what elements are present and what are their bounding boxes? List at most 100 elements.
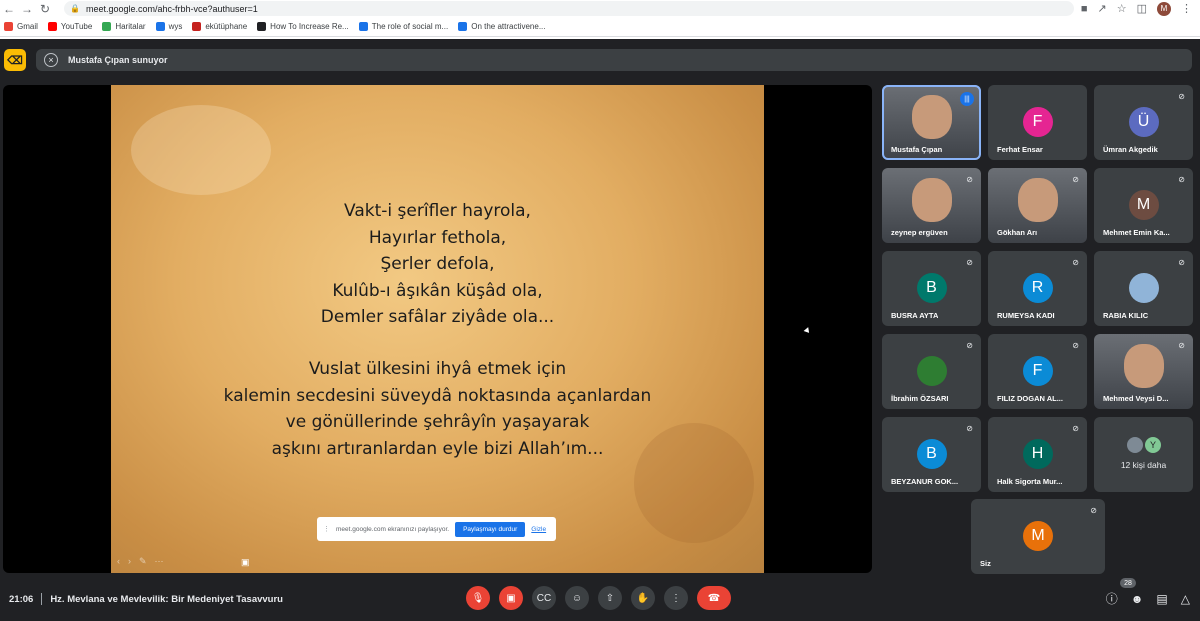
mic-off-icon[interactable]: 🎙	[466, 586, 490, 610]
pen-icon[interactable]: ✎	[139, 556, 147, 567]
end-call-icon[interactable]: ☎	[697, 586, 731, 610]
participant-tile[interactable]: ⊘ RABIA KILIC	[1094, 251, 1193, 326]
sidepanel-icon[interactable]: ◫	[1137, 2, 1147, 15]
bookmark-favicon-icon	[358, 22, 368, 31]
menu-icon[interactable]: ⋮	[1181, 2, 1192, 15]
present-icon[interactable]: ⇧	[598, 586, 622, 610]
reload-icon[interactable]: ↻	[36, 0, 54, 17]
participant-name: BUSRA AYTA	[891, 311, 939, 320]
more-icon[interactable]: ⋯	[155, 556, 164, 567]
participant-tile[interactable]: ⊘ İbrahim ÖZSARI	[882, 334, 981, 409]
hide-link[interactable]: Gizle	[531, 526, 546, 533]
camera-indicator-icon[interactable]: ■	[1081, 3, 1088, 15]
participant-tile[interactable]: M ⊘ Siz	[971, 499, 1105, 574]
poem-line: kalemin secdesini süveydâ noktasında aça…	[223, 385, 652, 406]
mic-muted-icon: ⊘	[966, 341, 973, 350]
bookmark-item[interactable]: Gmail	[4, 22, 38, 31]
bookmark-item[interactable]: YouTube	[47, 22, 93, 31]
avatar: B	[916, 273, 947, 303]
mic-muted-icon: ⊘	[1072, 341, 1079, 350]
bookmark-item[interactable]: On the attractivene...	[458, 22, 545, 31]
poem-stanza-2: Vuslat ülkesini ihyâ etmek için kalemin s…	[111, 356, 764, 462]
camera-off-icon[interactable]: ▣	[499, 586, 523, 610]
bookmark-favicon-icon	[4, 22, 13, 31]
avatar: R	[1022, 273, 1053, 303]
bookmark-favicon-icon	[257, 22, 267, 31]
participant-tile[interactable]: H ⊘ Halk Sigorta Mur...	[988, 417, 1087, 492]
bookmark-item[interactable]: wys	[155, 22, 182, 31]
info-icon[interactable]: ⓘ	[1106, 590, 1118, 607]
avatar: M	[1023, 521, 1053, 551]
participant-tile[interactable]: M ⊘ Mehmet Emin Ka...	[1094, 168, 1193, 243]
side-controls: ⓘ ☻ ▤ △	[1106, 590, 1190, 607]
avatar: M	[1128, 190, 1159, 220]
star-icon[interactable]: ☆	[1117, 2, 1127, 15]
bookmarks-bar: Gmail YouTube Haritalar wys ekütüphane How To…	[0, 17, 1200, 37]
participant-count-badge: 28	[1120, 578, 1136, 588]
participant-tile[interactable]: ⊘ zeynep ergüven	[882, 168, 981, 243]
bookmark-item[interactable]: The role of social m...	[358, 22, 448, 31]
stop-sharing-button[interactable]: Paylaşmayı durdur	[455, 521, 526, 537]
participant-tile[interactable]: R ⊘ RUMEYSA KADI	[988, 251, 1087, 326]
profile-avatar[interactable]: M	[1157, 1, 1171, 16]
mic-muted-icon: ⊘	[966, 258, 973, 267]
participant-name: İbrahim ÖZSARI	[891, 394, 949, 403]
speaking-indicator-icon: |||	[960, 92, 974, 106]
bookmark-item[interactable]: ekütüphane	[192, 22, 247, 31]
share-icon[interactable]: ↗	[1098, 2, 1107, 15]
mic-muted-icon: ⊘	[1178, 175, 1185, 184]
forward-icon[interactable]: →	[18, 0, 36, 17]
presenting-pill: × Mustafa Çıpan sunuyor	[36, 49, 1192, 71]
bookmark-label: ekütüphane	[205, 22, 248, 31]
bookmark-item[interactable]: Haritalar	[102, 22, 146, 31]
more-vert-icon[interactable]: ⋮	[664, 586, 688, 610]
bookmark-favicon-icon	[47, 22, 57, 31]
address-bar[interactable]: 🔒 meet.google.com/ahc-frbh-vce?authuser=…	[64, 1, 1074, 16]
mic-muted-icon: ⊘	[1072, 258, 1079, 267]
camera-icon[interactable]: ▣	[241, 557, 255, 569]
participant-tile[interactable]: B ⊘ BEYZANUR GOK...	[882, 417, 981, 492]
participant-name: Gökhan Arı	[997, 228, 1038, 237]
next-slide-icon[interactable]: ›	[128, 556, 131, 567]
more-participants-tile[interactable]: Y 12 kişi daha	[1094, 417, 1193, 492]
mic-muted-icon: ⊘	[1178, 341, 1185, 350]
prev-slide-icon[interactable]: ‹	[117, 556, 120, 567]
participant-tile[interactable]: F Ferhat Ensar	[988, 85, 1087, 160]
close-icon[interactable]: ×	[44, 53, 58, 67]
participant-name: Mehmet Emin Ka...	[1103, 228, 1170, 237]
bookmark-label: YouTube	[60, 22, 93, 31]
stacked-avatars: Y	[1127, 437, 1161, 453]
back-icon[interactable]: ←	[0, 0, 18, 17]
people-icon[interactable]: ☻	[1131, 592, 1144, 606]
present-off-icon[interactable]: ⌫	[4, 49, 26, 71]
drag-handle-icon[interactable]: ⋮	[323, 525, 330, 533]
avatar: Y	[1145, 437, 1161, 453]
poem-line: ve gönüllerinde şehrâyîn yaşayarak	[285, 412, 590, 432]
mic-muted-icon: ⊘	[966, 424, 973, 433]
video-feed	[912, 178, 952, 222]
participant-tile[interactable]: Ü ⊘ Ümran Akgedik	[1094, 85, 1193, 160]
avatar	[916, 356, 947, 386]
participant-tile[interactable]: F ⊘ FILIZ DOGAN AL...	[988, 334, 1087, 409]
participant-tile[interactable]: ⊘ Mehmed Veysi D...	[1094, 334, 1193, 409]
video-feed	[1018, 178, 1058, 222]
bookmark-item[interactable]: How To Increase Re...	[257, 22, 349, 31]
chat-icon[interactable]: ▤	[1156, 592, 1167, 606]
participant-tile[interactable]: ⊘ Gökhan Arı	[988, 168, 1087, 243]
poem-line: Demler safâlar ziyâde ola...	[320, 307, 555, 327]
mic-muted-icon: ⊘	[1178, 92, 1185, 101]
bottom-bar: 21:06 Hz. Mevlana ve Mevlevilik: Bir Med…	[0, 578, 1200, 621]
emoji-icon[interactable]: ☺	[565, 586, 589, 610]
activities-icon[interactable]: △	[1181, 592, 1190, 606]
participant-name: RABIA KILIC	[1103, 311, 1149, 320]
participant-tile[interactable]: ||| Mustafa Çıpan	[882, 85, 981, 160]
raise-hand-icon[interactable]: ✋	[631, 586, 655, 610]
poem-line: aşkını artıranlardan eyle bizi Allah’ım.…	[271, 438, 604, 459]
bookmark-favicon-icon	[192, 22, 202, 31]
captions-icon[interactable]: CC	[532, 586, 556, 610]
participant-tile[interactable]: B ⊘ BUSRA AYTA	[882, 251, 981, 326]
participant-name: FILIZ DOGAN AL...	[997, 394, 1063, 403]
bookmark-label: Gmail	[17, 22, 38, 31]
presenting-bar: ⌫ × Mustafa Çıpan sunuyor	[0, 43, 1200, 79]
url-text: meet.google.com/ahc-frbh-vce?authuser=1	[85, 3, 258, 14]
